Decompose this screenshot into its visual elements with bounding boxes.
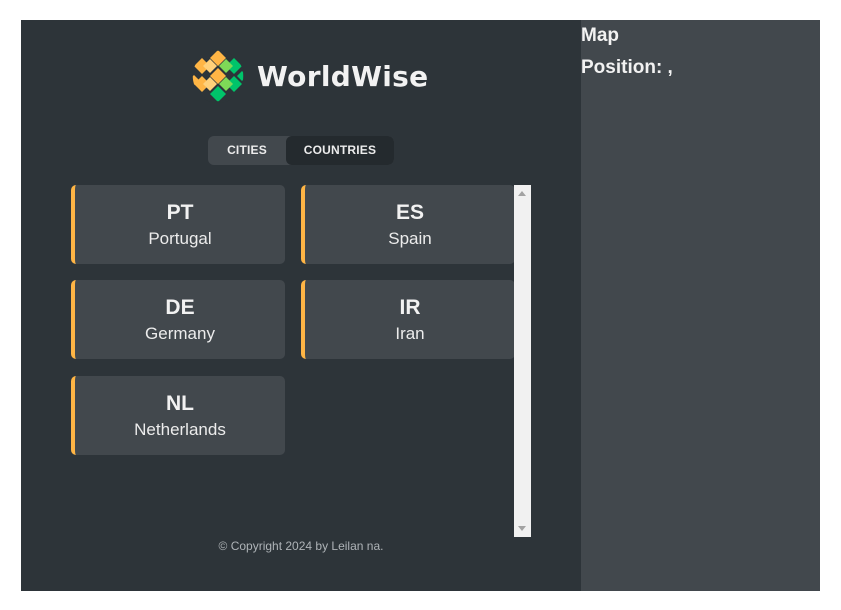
country-name: Portugal — [148, 229, 212, 248]
country-code: DE — [165, 296, 195, 319]
copyright-footer: © Copyright 2024 by Leilan na. — [218, 539, 384, 553]
sidebar: WorldWise CITIES COUNTRIES PT Portugal E… — [21, 20, 581, 591]
country-name: Iran — [395, 324, 425, 343]
tab-countries[interactable]: COUNTRIES — [286, 136, 394, 165]
country-card[interactable]: NL Netherlands — [71, 376, 285, 455]
logo[interactable]: WorldWise — [191, 49, 428, 103]
country-code: IR — [399, 296, 421, 319]
map-panel[interactable]: Map Position: , — [581, 20, 820, 591]
scroll-down-arrow-icon[interactable] — [518, 526, 526, 531]
country-code: NL — [166, 392, 194, 415]
country-card[interactable]: ES Spain — [301, 185, 515, 264]
tab-cities[interactable]: CITIES — [208, 136, 286, 165]
scroll-up-arrow-icon[interactable] — [518, 191, 526, 196]
country-code: ES — [395, 201, 424, 224]
map-title: Map — [581, 25, 619, 46]
globe-logo-icon — [191, 49, 245, 103]
country-list: PT Portugal ES Spain DE Germany IR Iran … — [71, 185, 531, 537]
country-name: Germany — [145, 324, 215, 343]
app-name: WorldWise — [257, 59, 429, 93]
view-toggle: CITIES COUNTRIES — [208, 136, 394, 165]
country-name: Spain — [388, 229, 432, 248]
country-code: PT — [166, 201, 194, 224]
list-scrollbar[interactable] — [514, 185, 531, 537]
country-card[interactable]: DE Germany — [71, 280, 285, 359]
country-name: Netherlands — [134, 420, 226, 439]
country-card[interactable]: IR Iran — [301, 280, 515, 359]
app-container: WorldWise CITIES COUNTRIES PT Portugal E… — [21, 20, 820, 591]
map-position: Position: , — [581, 57, 673, 78]
country-card[interactable]: PT Portugal — [71, 185, 285, 264]
